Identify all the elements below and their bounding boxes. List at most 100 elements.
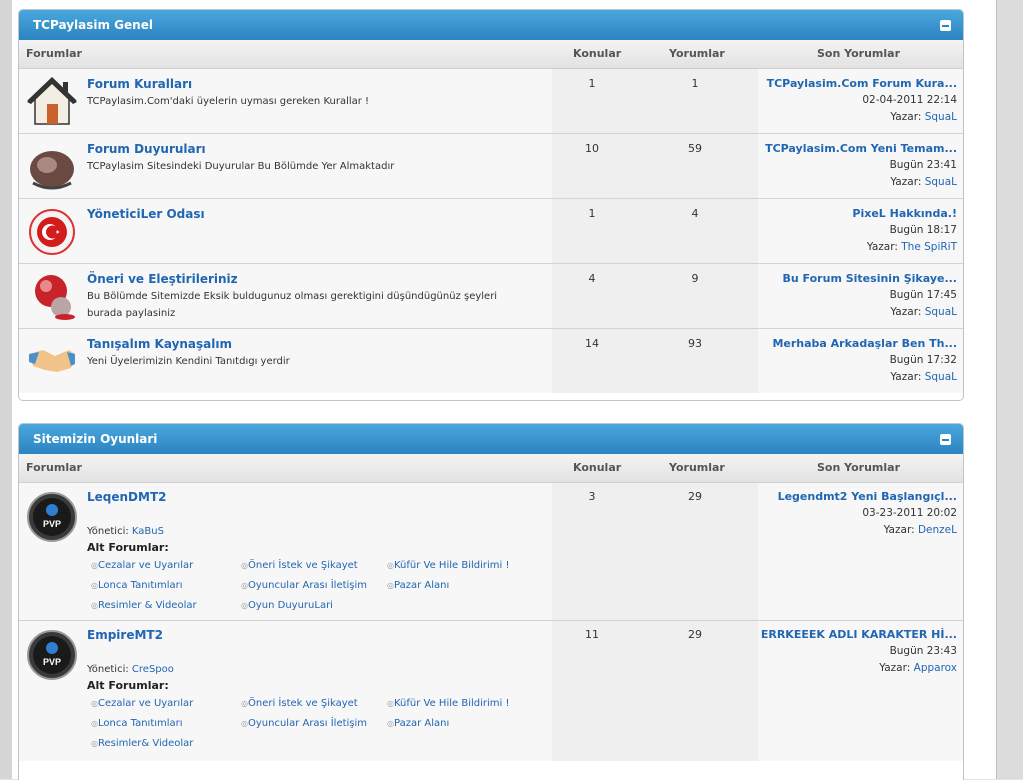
forum-row: PVP LeqenDMT2 Yönetici: KaBuS Alt Foruml… (19, 483, 963, 621)
forum-row: PVP EmpireMT2 Yönetici: CreSpoo Alt Foru… (19, 621, 963, 761)
moderator: Yönetici: CreSpoo (87, 664, 174, 675)
topic-count: 11 (585, 628, 599, 641)
subforum-link[interactable]: Pazar Alanı (387, 580, 449, 591)
subforum-link[interactable]: Öneri İstek ve Şikayet (241, 560, 358, 571)
last-post-title[interactable]: TCPaylasim.Com Forum Kura... (757, 75, 957, 92)
last-post-title[interactable]: TCPaylasim.Com Yeni Temam... (757, 140, 957, 157)
subforum-link[interactable]: Resimler& Videolar (91, 738, 193, 749)
last-post-date: 03-23-2011 20:02 (862, 507, 957, 519)
post-count: 59 (688, 142, 702, 155)
subforum-link[interactable]: Oyun DuyuruLari (241, 600, 333, 611)
last-post-date: Bugün 23:41 (889, 159, 957, 171)
last-post-user[interactable]: SquaL (925, 111, 957, 123)
forum-description: TCPaylasim.Com'daki üyelerin uyması gere… (87, 96, 370, 107)
last-post: TCPaylasim.Com Yeni Temam... Bugün 23:41… (757, 140, 957, 191)
post-count: 93 (688, 337, 702, 350)
post-count: 9 (691, 272, 699, 285)
col-forums: Forumlar (26, 461, 82, 474)
collapse-icon[interactable] (940, 20, 951, 31)
last-post-title[interactable]: Bu Forum Sitesinin Şikaye... (757, 270, 957, 287)
topic-count: 10 (585, 142, 599, 155)
forum-row: Tanışalım Kaynaşalım Yeni Üyelerimizin K… (19, 329, 963, 393)
pvp-badge-icon: PVP (27, 492, 77, 542)
category-tcpaylasim-genel: TCPaylasim Genel Forumlar Konular Yoruml… (18, 9, 964, 401)
column-header-row: Forumlar Konular Yorumlar Son Yorumlar (19, 40, 963, 69)
last-post-by-label: Yazar: (890, 111, 922, 123)
forum-title[interactable]: Tanışalım Kaynaşalım (87, 337, 232, 351)
subforum-link[interactable]: Oyuncular Arası İletişim (241, 580, 367, 591)
post-count: 1 (691, 77, 699, 90)
column-header-row: Forumlar Konular Yorumlar Son Yorumlar (19, 454, 963, 483)
subforums-label: Alt Forumlar: (87, 541, 169, 554)
topic-count: 4 (588, 272, 596, 285)
last-post-user[interactable]: The SpiRiT (901, 241, 957, 253)
subforum-link[interactable]: Lonca Tanıtımları (91, 718, 183, 729)
last-post-title[interactable]: Legendmt2 Yeni Başlangıçl... (757, 488, 957, 505)
category-header: Sitemizin Oyunlari (19, 424, 963, 454)
subforum-link[interactable]: Öneri İstek ve Şikayet (241, 698, 358, 709)
moderator-user[interactable]: CreSpoo (132, 664, 174, 675)
collapse-icon[interactable] (940, 434, 951, 445)
forum-title[interactable]: LeqenDMT2 (87, 490, 167, 504)
forum-row: Forum Kuralları TCPaylasim.Com'daki üyel… (19, 69, 963, 134)
forum-row: YöneticiLer Odası 1 4 PixeL Hakkında.! B… (19, 199, 963, 264)
category-sitemizin-oyunlari: Sitemizin Oyunlari Forumlar Konular Yoru… (18, 423, 964, 780)
last-post: TCPaylasim.Com Forum Kura... 02-04-2011 … (757, 75, 957, 126)
forum-title[interactable]: Öneri ve Eleştirileriniz (87, 272, 238, 286)
forum-row: Forum Duyuruları TCPaylasim Sitesindeki … (19, 134, 963, 199)
topic-count: 1 (588, 207, 596, 220)
subforum-link[interactable]: Küfür Ve Hile Bildirimi ! (387, 698, 510, 709)
last-post-user[interactable]: SquaL (925, 306, 957, 318)
last-post-user[interactable]: Apparox (914, 662, 957, 674)
last-post-title[interactable]: PixeL Hakkında.! (757, 205, 957, 222)
last-post-title[interactable]: ERRKEEEK ADLI KARAKTER Hİ... (757, 626, 957, 643)
last-post-user[interactable]: DenzeL (918, 524, 957, 536)
last-post-by-label: Yazar: (866, 241, 898, 253)
post-count: 4 (691, 207, 699, 220)
last-post-date: Bugün 23:43 (889, 645, 957, 657)
turkish-flag-icon (29, 209, 75, 255)
category-header: TCPaylasim Genel (19, 10, 963, 40)
subforums-label: Alt Forumlar: (87, 679, 169, 692)
post-count: 29 (688, 628, 702, 641)
subforum-link[interactable]: Oyuncular Arası İletişim (241, 718, 367, 729)
moderator-user[interactable]: KaBuS (132, 526, 164, 537)
col-posts: Yorumlar (669, 461, 725, 474)
scrollbar-track[interactable] (997, 0, 1023, 779)
subforum-link[interactable]: Lonca Tanıtımları (91, 580, 183, 591)
subforum-link[interactable]: Resimler & Videolar (91, 600, 197, 611)
subforum-link[interactable]: Küfür Ve Hile Bildirimi ! (387, 560, 510, 571)
forum-description: Yeni Üyelerimizin Kendini Tanıtdıgı yerd… (87, 356, 290, 367)
forum-title[interactable]: Forum Kuralları (87, 77, 192, 91)
last-post-date: Bugün 17:32 (889, 354, 957, 366)
last-post-user[interactable]: SquaL (925, 371, 957, 383)
last-post-by-label: Yazar: (890, 371, 922, 383)
subforum-link[interactable]: Cezalar ve Uyarılar (91, 560, 193, 571)
forum-title[interactable]: EmpireMT2 (87, 628, 163, 642)
col-topics: Konular (573, 47, 622, 60)
last-post-user[interactable]: SquaL (925, 176, 957, 188)
post-count: 29 (688, 490, 702, 503)
category-title[interactable]: Sitemizin Oyunlari (33, 432, 157, 446)
topic-count: 1 (588, 77, 596, 90)
subforum-link[interactable]: Cezalar ve Uyarılar (91, 698, 193, 709)
col-forums: Forumlar (26, 47, 82, 60)
moderator-label: Yönetici: (87, 664, 129, 675)
forum-title[interactable]: YöneticiLer Odası (87, 207, 205, 221)
last-post-date: Bugün 17:45 (889, 289, 957, 301)
speech-bubble-icon (35, 275, 75, 320)
forum-description: TCPaylasim Sitesindeki Duyurular Bu Bölü… (87, 161, 395, 172)
last-post-title[interactable]: Merhaba Arkadaşlar Ben Th... (757, 335, 957, 352)
last-post: Bu Forum Sitesinin Şikaye... Bugün 17:45… (757, 270, 957, 321)
topic-count: 14 (585, 337, 599, 350)
last-post: ERRKEEEK ADLI KARAKTER Hİ... Bugün 23:43… (757, 626, 957, 677)
pvp-badge-text: PVP (43, 519, 61, 529)
subforum-link[interactable]: Pazar Alanı (387, 718, 449, 729)
house-icon (27, 76, 77, 125)
forum-row: Öneri ve Eleştirileriniz Bu Bölümde Site… (19, 264, 963, 329)
pvp-badge-icon: PVP (27, 630, 77, 680)
moderator: Yönetici: KaBuS (87, 526, 164, 537)
category-title[interactable]: TCPaylasim Genel (33, 18, 153, 32)
forum-title[interactable]: Forum Duyuruları (87, 142, 206, 156)
last-post: PixeL Hakkında.! Bugün 18:17 Yazar: The … (757, 205, 957, 256)
